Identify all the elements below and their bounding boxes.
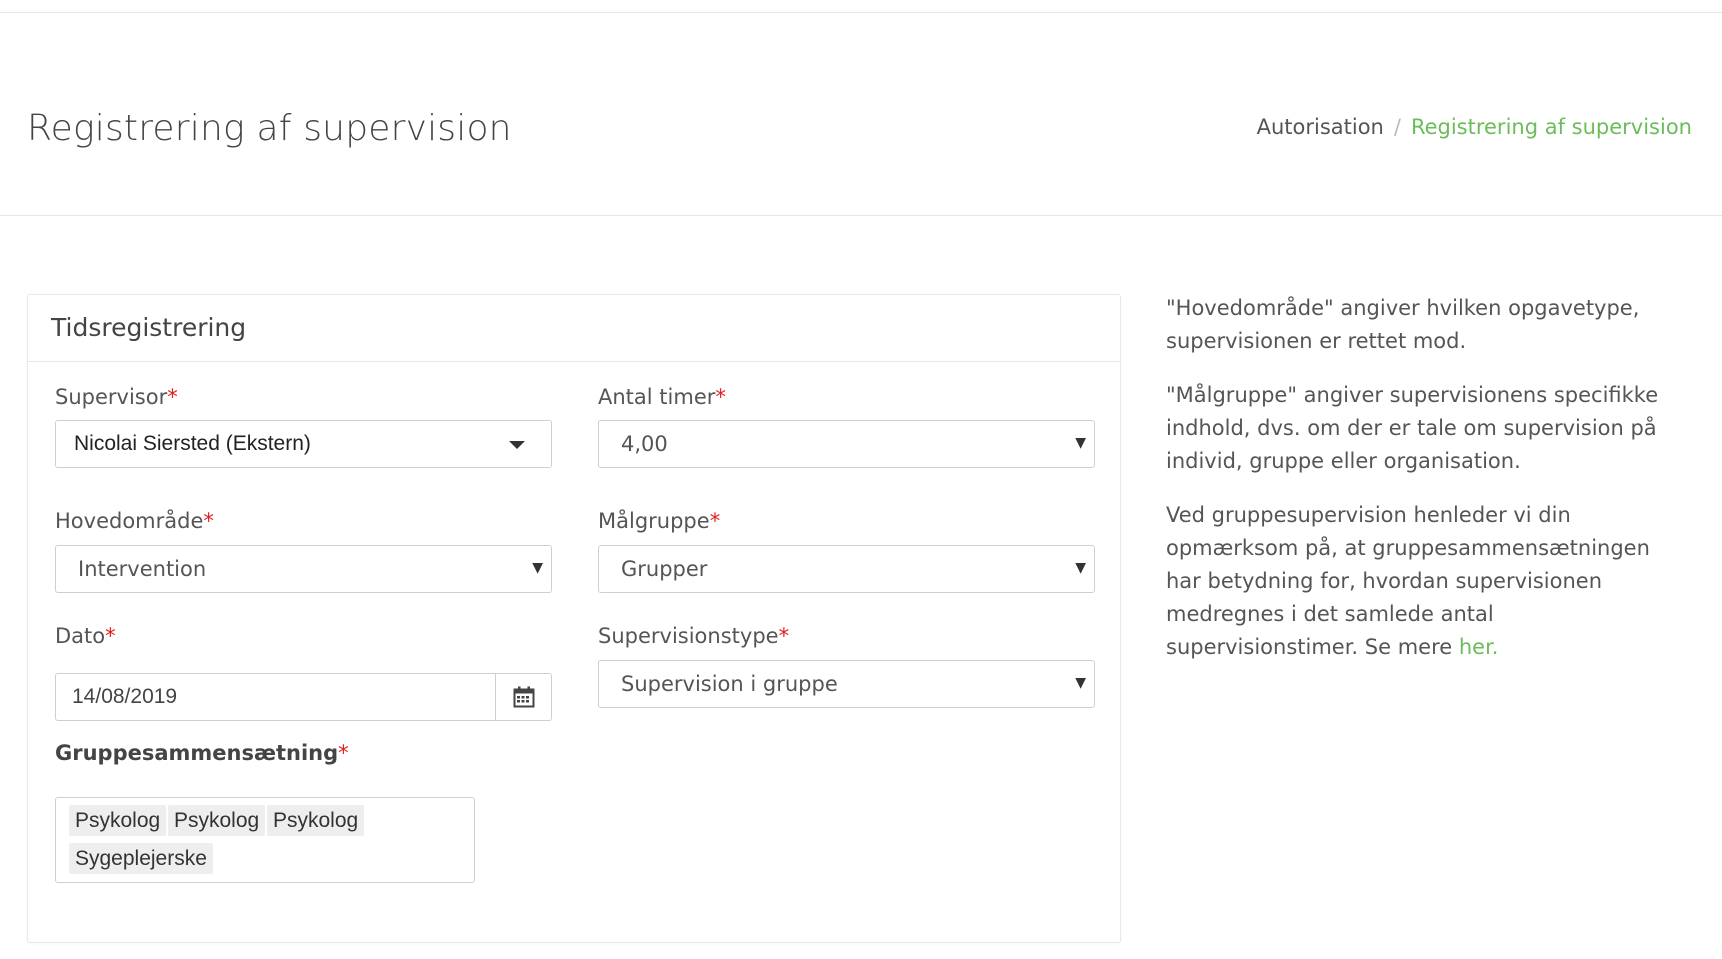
maalgruppe-label-text: Målgruppe	[598, 509, 710, 533]
maalgruppe-label: Målgruppe*	[598, 509, 720, 533]
supervisor-label: Supervisor*	[55, 385, 178, 409]
required-marker: *	[709, 509, 721, 533]
info-read-more-link[interactable]: her.	[1459, 635, 1499, 659]
info-gruppesupervision-text: Ved gruppesupervision henleder vi din op…	[1166, 499, 1686, 664]
hovedomraade-label: Hovedområde*	[55, 509, 214, 533]
breadcrumb-autorisation-link[interactable]: Autorisation	[1257, 115, 1384, 139]
required-marker: *	[778, 624, 790, 648]
supervisionstype-select[interactable]: Supervision i gruppe ▼	[598, 660, 1095, 708]
hovedomraade-value: Intervention	[78, 557, 207, 581]
panel-title: Tidsregistrering	[51, 313, 247, 342]
tag-psykolog[interactable]: Psykolog	[267, 805, 365, 836]
required-marker: *	[715, 385, 726, 409]
gruppesammensaetning-tags-input[interactable]: Psykolog Psykolog Psykolog Sygeplejerske	[55, 797, 475, 883]
maalgruppe-select[interactable]: Grupper ▼	[598, 545, 1095, 593]
supervisionstype-value: Supervision i gruppe	[621, 672, 838, 696]
info-maalgruppe-text: "Målgruppe" angiver supervisionens speci…	[1166, 383, 1659, 473]
panel-header: Tidsregistrering	[28, 295, 1120, 362]
hovedomraade-label-text: Hovedområde	[55, 509, 204, 533]
gruppesammensaetning-label-text: Gruppesammensætning	[55, 741, 339, 765]
required-marker: *	[167, 385, 178, 409]
antal-timer-label-text: Antal timer	[598, 385, 716, 409]
antal-timer-label: Antal timer*	[598, 385, 726, 409]
tag-psykolog[interactable]: Psykolog	[69, 805, 167, 836]
caret-down-icon: ▼	[1075, 435, 1086, 451]
maalgruppe-value: Grupper	[621, 557, 708, 581]
tidsregistrering-panel: Tidsregistrering Supervisor* Nicolai Sie…	[27, 294, 1121, 943]
calendar-button[interactable]	[495, 673, 552, 721]
info-text-column: "Hovedområde" angiver hvilken opgavetype…	[1166, 292, 1686, 685]
tag-psykolog[interactable]: Psykolog	[168, 805, 266, 836]
antal-timer-value: 4,00	[621, 432, 668, 456]
required-marker: *	[203, 509, 214, 533]
tag-sygeplejerske[interactable]: Sygeplejerske	[69, 843, 213, 874]
gruppesammensaetning-label: Gruppesammensætning*	[55, 741, 349, 765]
info-gruppesupervision-body: Ved gruppesupervision henleder vi din op…	[1166, 503, 1650, 659]
breadcrumb: Autorisation / Registrering af supervision	[1257, 115, 1692, 139]
caret-down-icon: ▼	[532, 560, 543, 576]
dato-label-text: Dato	[55, 624, 106, 648]
supervisor-value: Nicolai Siersted (Ekstern)	[74, 432, 311, 455]
supervisor-label-text: Supervisor	[55, 385, 168, 409]
required-marker: *	[338, 741, 349, 765]
info-hovedomraade-text: "Hovedområde" angiver hvilken opgavetype…	[1166, 296, 1640, 353]
required-marker: *	[105, 624, 116, 648]
page-header: Registrering af supervision Autorisation…	[0, 13, 1722, 216]
dato-value: 14/08/2019	[72, 685, 178, 708]
antal-timer-select[interactable]: 4,00 ▼	[598, 420, 1095, 468]
supervisor-select[interactable]: Nicolai Siersted (Ekstern)	[55, 420, 552, 468]
calendar-icon	[513, 686, 535, 708]
page-title: Registrering af supervision	[27, 108, 512, 149]
dato-label: Dato*	[55, 624, 116, 648]
caret-down-icon: ▼	[1075, 675, 1086, 691]
dato-input[interactable]: 14/08/2019	[55, 673, 496, 721]
hovedomraade-select[interactable]: Intervention ▼	[55, 545, 552, 593]
supervisionstype-label: Supervisionstype*	[598, 624, 789, 648]
supervisionstype-label-text: Supervisionstype	[598, 624, 779, 648]
caret-down-icon: ▼	[1075, 560, 1086, 576]
breadcrumb-current: Registrering af supervision	[1410, 115, 1692, 139]
breadcrumb-separator: /	[1393, 115, 1401, 139]
caret-down-icon	[509, 441, 525, 449]
